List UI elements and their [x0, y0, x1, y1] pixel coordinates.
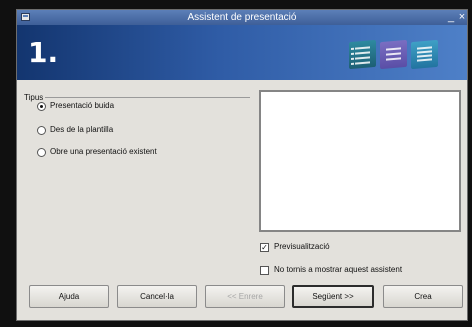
preview-checkbox-label: Previsualització [274, 242, 330, 251]
radio-button[interactable] [37, 126, 46, 135]
slide-list-icon [349, 39, 376, 70]
radio-button[interactable] [37, 148, 46, 157]
slide-notes-icon [411, 39, 438, 70]
close-button[interactable]: × [457, 10, 467, 25]
window-title: Assistent de presentació [187, 12, 297, 23]
preview-checkbox[interactable]: ✓ [260, 243, 269, 252]
radio-button-selected[interactable] [37, 102, 46, 111]
minimize-button[interactable]: _ [446, 10, 456, 25]
dont-show-checkbox[interactable] [260, 266, 269, 275]
dont-show-checkbox-label: No tornis a mostrar aquest assistent [274, 265, 403, 274]
cancel-button[interactable]: Cancel·la [117, 285, 197, 308]
step-number: 1. [28, 36, 59, 69]
presentation-wizard-window: Assistent de presentació _ × 1. Tipus Pr… [16, 9, 468, 321]
title-bar[interactable]: Assistent de presentació _ × [17, 10, 467, 25]
slide-purple-icon [380, 39, 407, 70]
radio-label-open: Obre una presentació existent [50, 147, 157, 156]
next-button[interactable]: Següent >> [292, 285, 374, 308]
radio-label-template: Des de la plantilla [50, 125, 114, 134]
back-button[interactable]: << Enrere [205, 285, 285, 308]
help-button[interactable]: Ajuda [29, 285, 109, 308]
preview-pane [259, 90, 461, 232]
type-group-legend: Tipus [24, 93, 44, 102]
wizard-banner: 1. [17, 25, 467, 80]
create-button[interactable]: Crea [383, 285, 463, 308]
window-menu-icon[interactable] [21, 13, 30, 21]
radio-label-empty: Presentació buida [50, 101, 115, 110]
